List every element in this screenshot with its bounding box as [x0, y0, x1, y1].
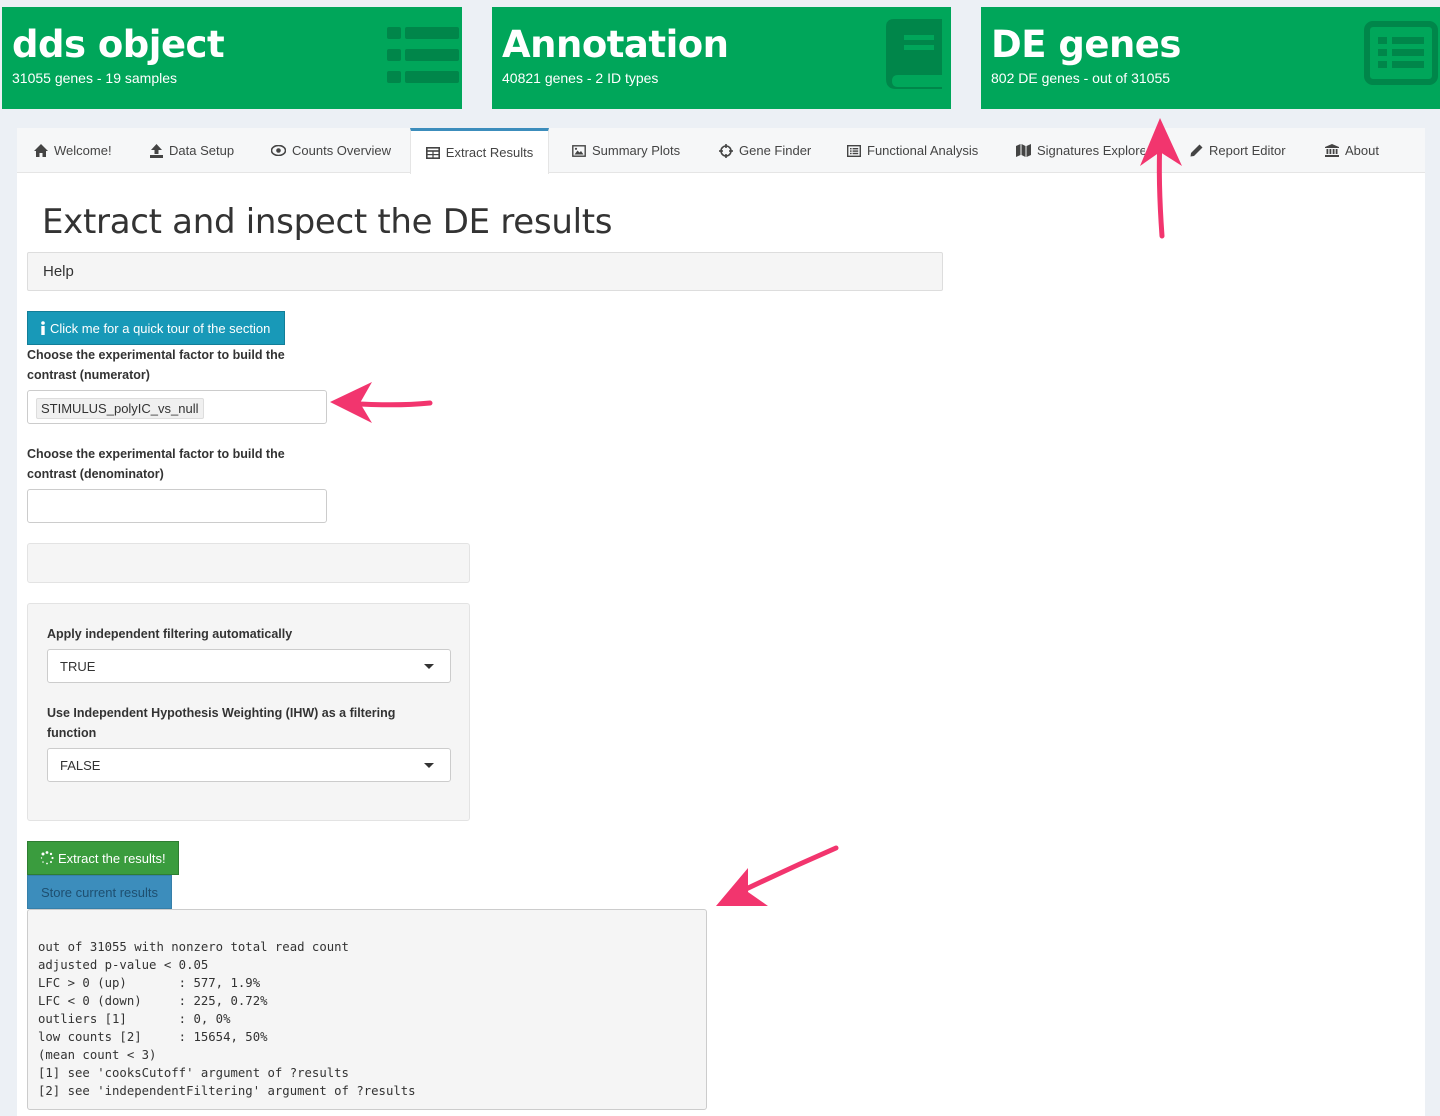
caret-down-icon [424, 763, 434, 768]
value-box-title: DE genes [991, 23, 1181, 66]
tab-extract-results[interactable]: Extract Results [410, 128, 549, 174]
denominator-label: Choose the experimental factor to build … [27, 447, 285, 481]
select-value: FALSE [60, 757, 101, 773]
eye-icon [271, 145, 286, 156]
value-box-subtitle: 802 DE genes - out of 31055 [991, 70, 1171, 86]
indep-filter-label: Apply independent filtering automaticall… [47, 627, 293, 641]
map-icon [1016, 144, 1031, 157]
value-box-dds: dds object 31055 genes - 19 samples [2, 7, 462, 109]
numerator-select[interactable]: STIMULUS_polyIC_vs_null [27, 390, 327, 424]
value-box-annotation: Annotation 40821 genes - 2 ID types [492, 7, 951, 109]
tab-label: Extract Results [445, 145, 534, 160]
tab-data-setup[interactable]: Data Setup [150, 128, 234, 173]
tab-welcome[interactable]: Welcome! [34, 128, 112, 173]
image-icon [572, 144, 586, 157]
list-alt-icon [1364, 21, 1438, 85]
value-box-de-genes: DE genes 802 DE genes - out of 31055 [981, 7, 1440, 109]
tab-bar: Welcome! Data Setup Counts Overview Extr… [17, 128, 1425, 174]
tab-label: Data Setup [169, 143, 235, 158]
tab-label: Signatures Explorer [1037, 143, 1145, 158]
tab-counts-overview[interactable]: Counts Overview [271, 128, 391, 173]
list-alt-icon [847, 144, 861, 157]
spinner-icon [40, 851, 54, 865]
caret-down-icon [424, 664, 434, 669]
help-collapsible[interactable]: Help [27, 252, 943, 291]
filtering-options-well: Apply independent filtering automaticall… [27, 603, 470, 821]
numerator-selected-tag[interactable]: STIMULUS_polyIC_vs_null [36, 398, 204, 419]
value-box-title: Annotation [502, 23, 729, 66]
denominator-select[interactable] [27, 489, 327, 523]
quick-tour-button[interactable]: Click me for a quick tour of the section [27, 311, 285, 345]
ihw-label: Use Independent Hypothesis Weighting (IH… [47, 706, 396, 740]
store-results-button[interactable]: Store current results [27, 875, 172, 909]
empty-well [27, 543, 470, 583]
value-box-title: dds object [12, 23, 225, 66]
value-box-subtitle: 40821 genes - 2 ID types [502, 70, 659, 86]
main-panel: Welcome! Data Setup Counts Overview Extr… [17, 128, 1425, 1116]
tab-about[interactable]: About [1325, 128, 1379, 173]
ihw-select[interactable]: FALSE [47, 748, 451, 782]
numerator-label: Choose the experimental factor to build … [27, 348, 285, 382]
tab-signatures-explorer[interactable]: Signatures Explorer [1016, 128, 1145, 173]
results-summary-output: out of 31055 with nonzero total read cou… [27, 909, 707, 1110]
tab-functional-analysis[interactable]: Functional Analysis [847, 128, 978, 173]
tab-report-editor[interactable]: Report Editor [1190, 128, 1286, 173]
button-label: Extract the results! [58, 850, 166, 866]
info-icon [41, 321, 45, 335]
tab-label: Counts Overview [292, 143, 391, 158]
value-box-subtitle: 31055 genes - 19 samples [12, 70, 177, 86]
tab-label: Summary Plots [592, 143, 681, 158]
tab-label: About [1345, 143, 1379, 158]
extract-results-button[interactable]: Extract the results! [27, 841, 179, 875]
list-icon [387, 27, 459, 83]
book-icon [886, 19, 942, 89]
tab-gene-finder[interactable]: Gene Finder [719, 128, 811, 173]
crosshairs-icon [719, 143, 733, 158]
select-value: TRUE [60, 658, 96, 674]
tab-label: Welcome! [54, 143, 112, 158]
tab-summary-plots[interactable]: Summary Plots [572, 128, 680, 173]
tab-label: Functional Analysis [867, 143, 979, 158]
pencil-icon [1190, 144, 1203, 157]
page-title: Extract and inspect the DE results [42, 202, 613, 242]
institution-icon [1325, 144, 1339, 157]
table-icon [425, 146, 440, 159]
indep-filter-select[interactable]: TRUE [47, 649, 451, 683]
home-icon [34, 144, 48, 157]
tab-label: Report Editor [1209, 143, 1286, 158]
button-label: Click me for a quick tour of the section [50, 320, 271, 336]
tab-label: Gene Finder [739, 143, 812, 158]
upload-icon [150, 143, 163, 158]
